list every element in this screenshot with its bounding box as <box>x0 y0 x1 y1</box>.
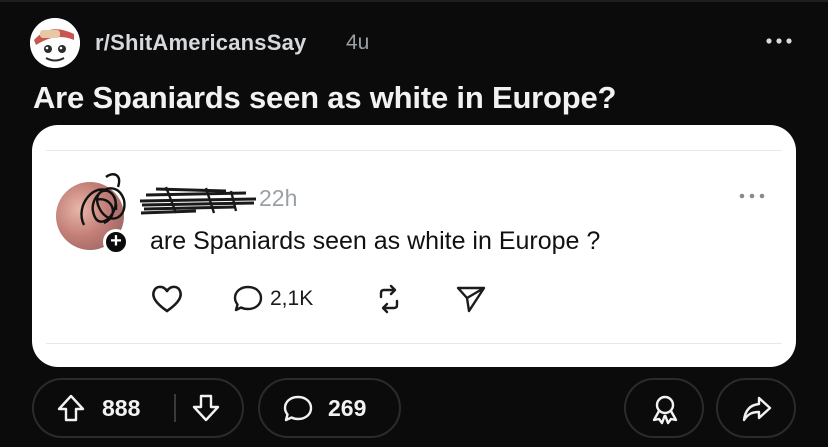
reply-action: 2,1K <box>232 282 313 316</box>
comment-icon <box>283 395 313 422</box>
send-action <box>454 282 488 316</box>
card-divider-bottom <box>46 343 782 344</box>
comments-button[interactable]: 269 <box>258 378 401 438</box>
repost-icon <box>379 284 399 314</box>
more-options-icon <box>766 38 792 44</box>
vote-bar: 888 <box>32 378 244 438</box>
embed-time: 22h <box>259 185 298 211</box>
card-divider-top <box>46 150 782 151</box>
post-age: 4u <box>346 31 370 54</box>
share-button[interactable] <box>716 378 796 438</box>
more-options-icon <box>739 193 765 199</box>
award-button[interactable] <box>624 378 704 438</box>
share-icon <box>742 396 772 422</box>
vote-separator <box>174 394 176 422</box>
repost-action <box>372 282 406 316</box>
vote-score: 888 <box>102 395 141 421</box>
heart-icon <box>152 285 182 313</box>
embed-more-button <box>737 189 767 203</box>
award-icon <box>652 395 678 425</box>
username-redaction-scribble <box>139 186 257 215</box>
like-action <box>150 282 184 316</box>
reply-count: 2,1K <box>270 287 314 310</box>
send-icon <box>456 286 486 313</box>
upvote-button[interactable] <box>56 393 86 423</box>
follow-plus-icon: + <box>103 229 129 255</box>
downvote-icon <box>192 394 220 422</box>
upvote-icon <box>57 394 85 422</box>
reply-icon <box>233 285 263 312</box>
top-divider <box>0 0 828 2</box>
embedded-image-card[interactable]: + 22h are Spaniards seen as white in Eur… <box>32 125 796 367</box>
post-more-button[interactable] <box>760 26 800 54</box>
embed-text: are Spaniards seen as white in Europe ? <box>150 227 601 255</box>
subreddit-avatar[interactable] <box>30 18 80 68</box>
downvote-button[interactable] <box>191 393 221 423</box>
post-title[interactable]: Are Spaniards seen as white in Europe? <box>33 80 616 116</box>
snoo-avatar-icon <box>30 18 80 68</box>
subreddit-name[interactable]: r/ShitAmericansSay <box>95 30 306 56</box>
comment-count: 269 <box>328 395 367 421</box>
